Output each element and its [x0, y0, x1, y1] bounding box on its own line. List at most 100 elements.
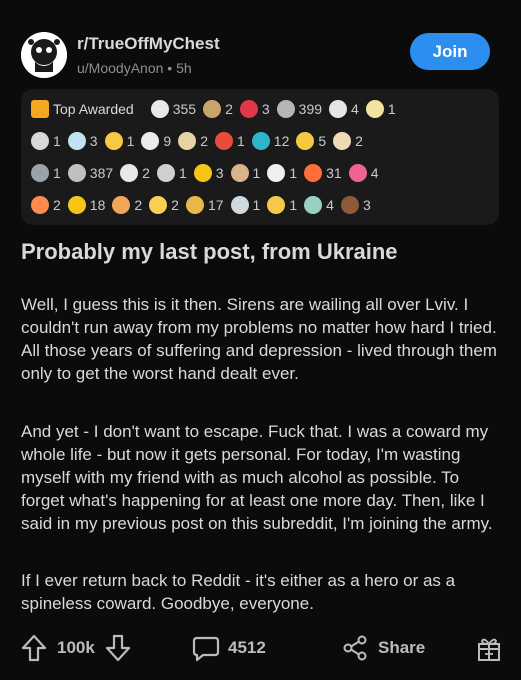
post-paragraph: If I ever return back to Reddit - it's e… — [21, 571, 456, 613]
subreddit-name[interactable]: r/TrueOffMyChest — [77, 34, 220, 54]
toast-icon — [230, 164, 249, 182]
dog-icon — [141, 132, 160, 150]
post-title: Probably my last post, from Ukraine — [21, 239, 398, 264]
award-count: 4 — [370, 165, 379, 181]
party-icon — [149, 196, 168, 214]
goat-icon — [267, 164, 286, 182]
award-item[interactable]: 3 — [193, 164, 224, 182]
comments-button[interactable]: 4512 — [192, 630, 266, 666]
award-item[interactable]: 2 — [112, 196, 142, 214]
award-count: 3 — [362, 197, 371, 213]
gift-icon — [476, 634, 502, 662]
angel-icon — [365, 100, 384, 118]
post-meta: u/MoodyAnon • 5h — [77, 60, 192, 76]
award-count: 31 — [326, 165, 342, 181]
award-item[interactable]: 2 — [203, 100, 233, 118]
gold-icon — [67, 196, 86, 214]
award-item[interactable]: 1 — [104, 132, 134, 150]
action-bar: 100k 4512 Share — [21, 630, 503, 666]
award-item[interactable]: 18 — [67, 196, 106, 214]
award-count: 17 — [207, 197, 224, 213]
award-item[interactable]: 4 — [348, 164, 379, 182]
heart-hug-icon — [112, 196, 131, 214]
award-item[interactable]: 1 — [214, 132, 245, 150]
award-item[interactable]: 2 — [178, 132, 208, 150]
award-count: 1 — [289, 165, 298, 181]
award-row: 2 18 2 2 17 1 1 4 3 — [31, 194, 378, 216]
upvote-icon[interactable] — [21, 634, 47, 662]
share-label: Share — [378, 638, 426, 657]
award-count: 2 — [225, 101, 233, 117]
award-item[interactable]: 12 — [251, 132, 289, 150]
comment-count: 4512 — [228, 638, 266, 657]
comment-icon — [192, 634, 220, 662]
award-item[interactable]: 1 — [230, 196, 260, 214]
silver-coin-icon — [67, 164, 86, 182]
award-count: 3 — [261, 101, 270, 117]
award-count: 2 — [200, 133, 208, 149]
award-item[interactable]: 387 — [67, 164, 114, 182]
heart-icon — [239, 100, 258, 118]
award-item[interactable]: 1 — [267, 164, 297, 182]
award-item[interactable]: 3 — [239, 100, 270, 118]
award-item[interactable]: 2 — [149, 196, 179, 214]
award-count: 1 — [178, 165, 187, 181]
post-header: r/TrueOffMyChest u/MoodyAnon • 5h Join — [21, 29, 496, 79]
downvote-icon[interactable] — [105, 634, 131, 662]
award-count: 5 — [318, 133, 327, 149]
awards-panel[interactable]: Top Awarded 355 2 3 399 4 1 1 3 1 9 2 1 12 5 2 1 387 2 1 3… — [21, 89, 499, 225]
award-button[interactable] — [476, 630, 502, 666]
award-item[interactable]: 2 — [31, 196, 61, 214]
author-name[interactable]: u/MoodyAnon — [77, 60, 163, 76]
award-count: 18 — [89, 197, 106, 213]
award-item[interactable]: 2 — [120, 164, 150, 182]
award-item[interactable]: 1 — [365, 100, 396, 118]
award-count: 2 — [134, 197, 143, 213]
award-item[interactable]: 1 — [230, 164, 260, 182]
award-item[interactable]: 1 — [31, 164, 61, 182]
award-item[interactable]: 4 — [304, 196, 334, 214]
award-item[interactable]: 17 — [185, 196, 224, 214]
angel-face-icon — [67, 132, 86, 150]
award-count: 3 — [215, 165, 224, 181]
award-item[interactable]: 3 — [340, 196, 371, 214]
vote-group: 100k — [21, 630, 131, 666]
sparkle-icon — [214, 132, 233, 150]
share-icon — [342, 634, 368, 662]
face-icon — [156, 164, 175, 182]
helpful-icon — [251, 132, 270, 150]
award-item[interactable]: 31 — [304, 164, 342, 182]
join-button[interactable]: Join — [410, 33, 490, 70]
award-item[interactable]: 5 — [296, 132, 326, 150]
award-item[interactable]: 355 — [150, 100, 196, 118]
hands-icon — [178, 132, 197, 150]
top-awarded-label: Top Awarded — [53, 101, 134, 117]
post-paragraph: And yet - I don't want to escape. Fuck t… — [21, 422, 493, 533]
award-item[interactable]: 9 — [141, 132, 171, 150]
award-item[interactable]: Top Awarded — [31, 100, 144, 118]
award-count: 2 — [355, 133, 363, 149]
snoo-icon — [31, 132, 49, 150]
award-item[interactable]: 4 — [329, 100, 359, 118]
award-count: 399 — [298, 101, 323, 117]
award-item[interactable]: 1 — [267, 196, 297, 214]
fist-bump-icon — [185, 196, 204, 214]
award-item[interactable]: 2 — [333, 132, 363, 150]
smile-icon — [296, 132, 315, 150]
award-item[interactable]: 3 — [67, 132, 98, 150]
award-item[interactable]: 1 — [156, 164, 187, 182]
award-count: 1 — [387, 101, 396, 117]
award-row: 1 387 2 1 3 1 1 31 4 — [31, 162, 386, 184]
award-item[interactable]: 1 — [31, 132, 61, 150]
award-count: 387 — [89, 165, 114, 181]
post-paragraph: Well, I guess this is it then. Sirens ar… — [21, 295, 497, 383]
post-time: 5h — [176, 60, 192, 76]
laugh-icon — [120, 164, 139, 182]
award-item[interactable]: 399 — [276, 100, 323, 118]
meta-separator: • — [167, 60, 173, 76]
subreddit-avatar[interactable] — [21, 32, 67, 78]
award-count: 2 — [142, 165, 150, 181]
award-count: 1 — [53, 165, 61, 181]
share-button[interactable]: Share — [342, 630, 425, 666]
love-icon — [348, 164, 367, 182]
